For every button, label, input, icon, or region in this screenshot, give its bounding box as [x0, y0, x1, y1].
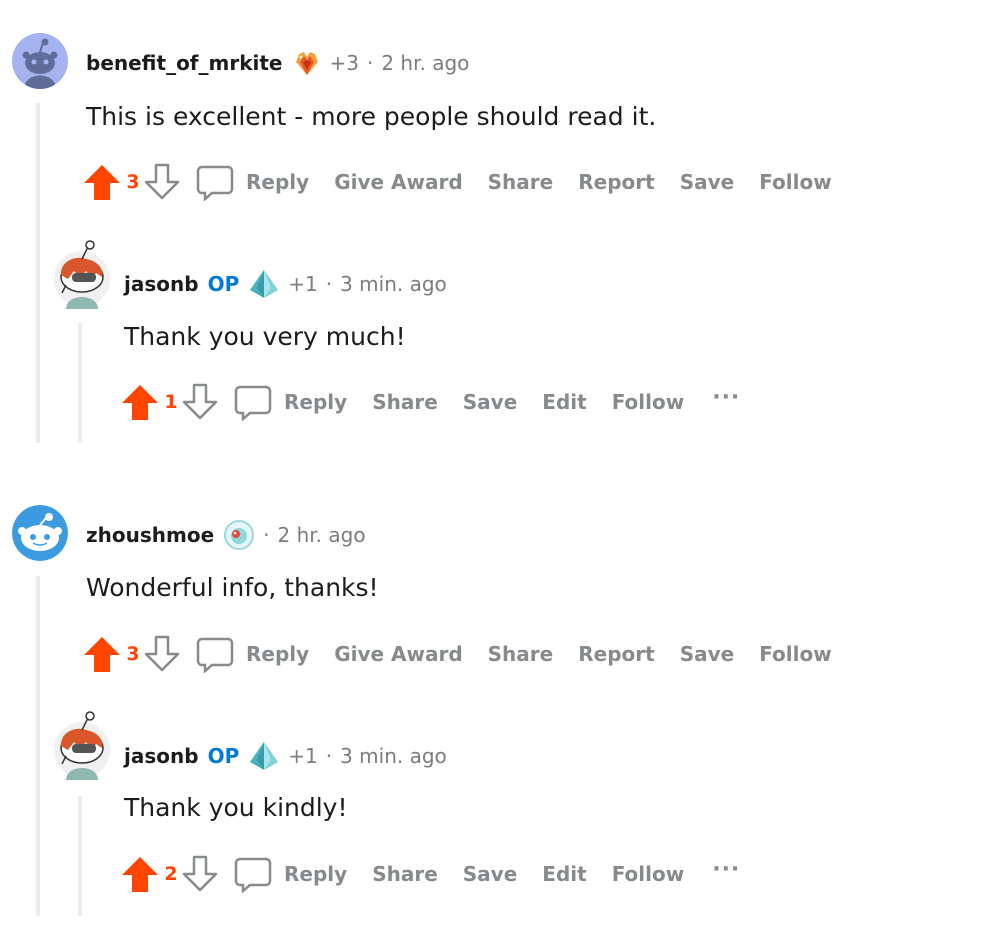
upvote-arrow-icon [84, 165, 120, 200]
share-button[interactable]: Share [372, 862, 438, 886]
upvote-arrow-icon [84, 637, 120, 672]
report-button[interactable]: Report [578, 170, 654, 194]
upvote-arrow-icon [122, 857, 158, 892]
downvote-button[interactable] [180, 854, 220, 894]
comment-meta: zhoushmoe · 2 hr. ago [86, 519, 366, 551]
author-name[interactable]: jasonb [124, 744, 199, 768]
reply-button[interactable]: Reply [196, 635, 309, 673]
upvote-arrow-icon [122, 385, 158, 420]
save-button[interactable]: Save [463, 862, 518, 886]
heart-crystal-award-icon [292, 48, 322, 78]
reply-button[interactable]: Reply [196, 163, 309, 201]
follow-button[interactable]: Follow [612, 862, 685, 886]
op-badge: OP [207, 272, 240, 296]
save-button[interactable]: Save [680, 170, 735, 194]
custom-snoo-avatar[interactable] [52, 237, 112, 309]
downvote-button[interactable] [180, 382, 220, 422]
downvote-arrow-icon [182, 383, 218, 420]
comment-bubble-icon [234, 383, 272, 421]
share-button[interactable]: Share [488, 170, 554, 194]
timestamp[interactable]: 3 min. ago [340, 744, 447, 768]
karma-count: +1 [288, 744, 318, 768]
reply-label: Reply [284, 862, 348, 886]
give-award-button[interactable]: Give Award [334, 642, 462, 666]
snoo-face-avatar[interactable] [12, 505, 68, 561]
downvote-arrow-icon [144, 163, 180, 200]
downvote-arrow-icon [182, 855, 218, 892]
thread-collapse-line[interactable] [78, 796, 82, 916]
timestamp[interactable]: 3 min. ago [340, 272, 447, 296]
give-award-button[interactable]: Give Award [334, 170, 462, 194]
reply-button[interactable]: Reply [234, 383, 347, 421]
comment-meta: jasonb OP +1 · 3 min. ago [124, 268, 447, 300]
downvote-arrow-icon [144, 635, 180, 672]
upvote-button[interactable] [82, 634, 122, 674]
downvote-button[interactable] [142, 162, 182, 202]
comment-body: Thank you very much! [124, 322, 406, 351]
downvote-button[interactable] [142, 634, 182, 674]
reply-label: Reply [246, 642, 310, 666]
thread-collapse-line[interactable] [36, 103, 40, 443]
reply-label: Reply [284, 390, 348, 414]
comment-body: This is excellent - more people should r… [86, 102, 657, 131]
custom-snoo-avatar[interactable] [52, 708, 112, 780]
timestamp[interactable]: 2 hr. ago [278, 523, 366, 547]
op-badge: OP [207, 744, 240, 768]
eyeball-award-icon [223, 519, 255, 551]
vote-score: 3 [126, 643, 140, 665]
comment-actions: 3 Reply Give Award Share Report Save Fol… [82, 634, 832, 674]
upvote-button[interactable] [82, 162, 122, 202]
comment-actions: 2 Reply Share Save Edit Follow ··· [120, 854, 740, 894]
separator-dot: · [325, 272, 333, 296]
author-name[interactable]: benefit_of_mrkite [86, 51, 283, 75]
comment-body: Thank you kindly! [124, 793, 348, 822]
save-button[interactable]: Save [680, 642, 735, 666]
comment-meta: benefit_of_mrkite +3 · 2 hr. ago [86, 48, 469, 78]
comment-bubble-icon [196, 635, 234, 673]
report-button[interactable]: Report [578, 642, 654, 666]
separator-dot: · [263, 523, 270, 547]
comment-bubble-icon [196, 163, 234, 201]
upvote-button[interactable] [120, 854, 160, 894]
timestamp[interactable]: 2 hr. ago [381, 51, 469, 75]
separator-dot: · [366, 51, 374, 75]
more-options-button[interactable]: ··· [712, 385, 740, 410]
comment-actions: 3 Reply Give Award Share Report Save Fol… [82, 162, 832, 202]
save-button[interactable]: Save [463, 390, 518, 414]
more-options-button[interactable]: ··· [712, 857, 740, 882]
diamond-award-icon [248, 740, 280, 772]
edit-button[interactable]: Edit [542, 390, 586, 414]
vote-score: 1 [164, 391, 178, 413]
comment-bubble-icon [234, 855, 272, 893]
thread-collapse-line[interactable] [78, 323, 82, 443]
comment-body: Wonderful info, thanks! [86, 573, 379, 602]
diamond-award-icon [248, 268, 280, 300]
karma-count: +3 [329, 51, 359, 75]
vote-score: 3 [126, 171, 140, 193]
share-button[interactable]: Share [372, 390, 438, 414]
follow-button[interactable]: Follow [759, 170, 832, 194]
edit-button[interactable]: Edit [542, 862, 586, 886]
follow-button[interactable]: Follow [759, 642, 832, 666]
comment-actions: 1 Reply Share Save Edit Follow ··· [120, 382, 740, 422]
karma-count: +1 [288, 272, 318, 296]
reply-label: Reply [246, 170, 310, 194]
thread-collapse-line[interactable] [36, 576, 40, 916]
author-name[interactable]: jasonb [124, 272, 199, 296]
author-name[interactable]: zhoushmoe [86, 523, 214, 547]
vote-score: 2 [164, 863, 178, 885]
share-button[interactable]: Share [488, 642, 554, 666]
default-snoo-avatar[interactable] [12, 33, 68, 89]
separator-dot: · [325, 744, 333, 768]
follow-button[interactable]: Follow [612, 390, 685, 414]
reply-button[interactable]: Reply [234, 855, 347, 893]
upvote-button[interactable] [120, 382, 160, 422]
comment-meta: jasonb OP +1 · 3 min. ago [124, 740, 447, 772]
